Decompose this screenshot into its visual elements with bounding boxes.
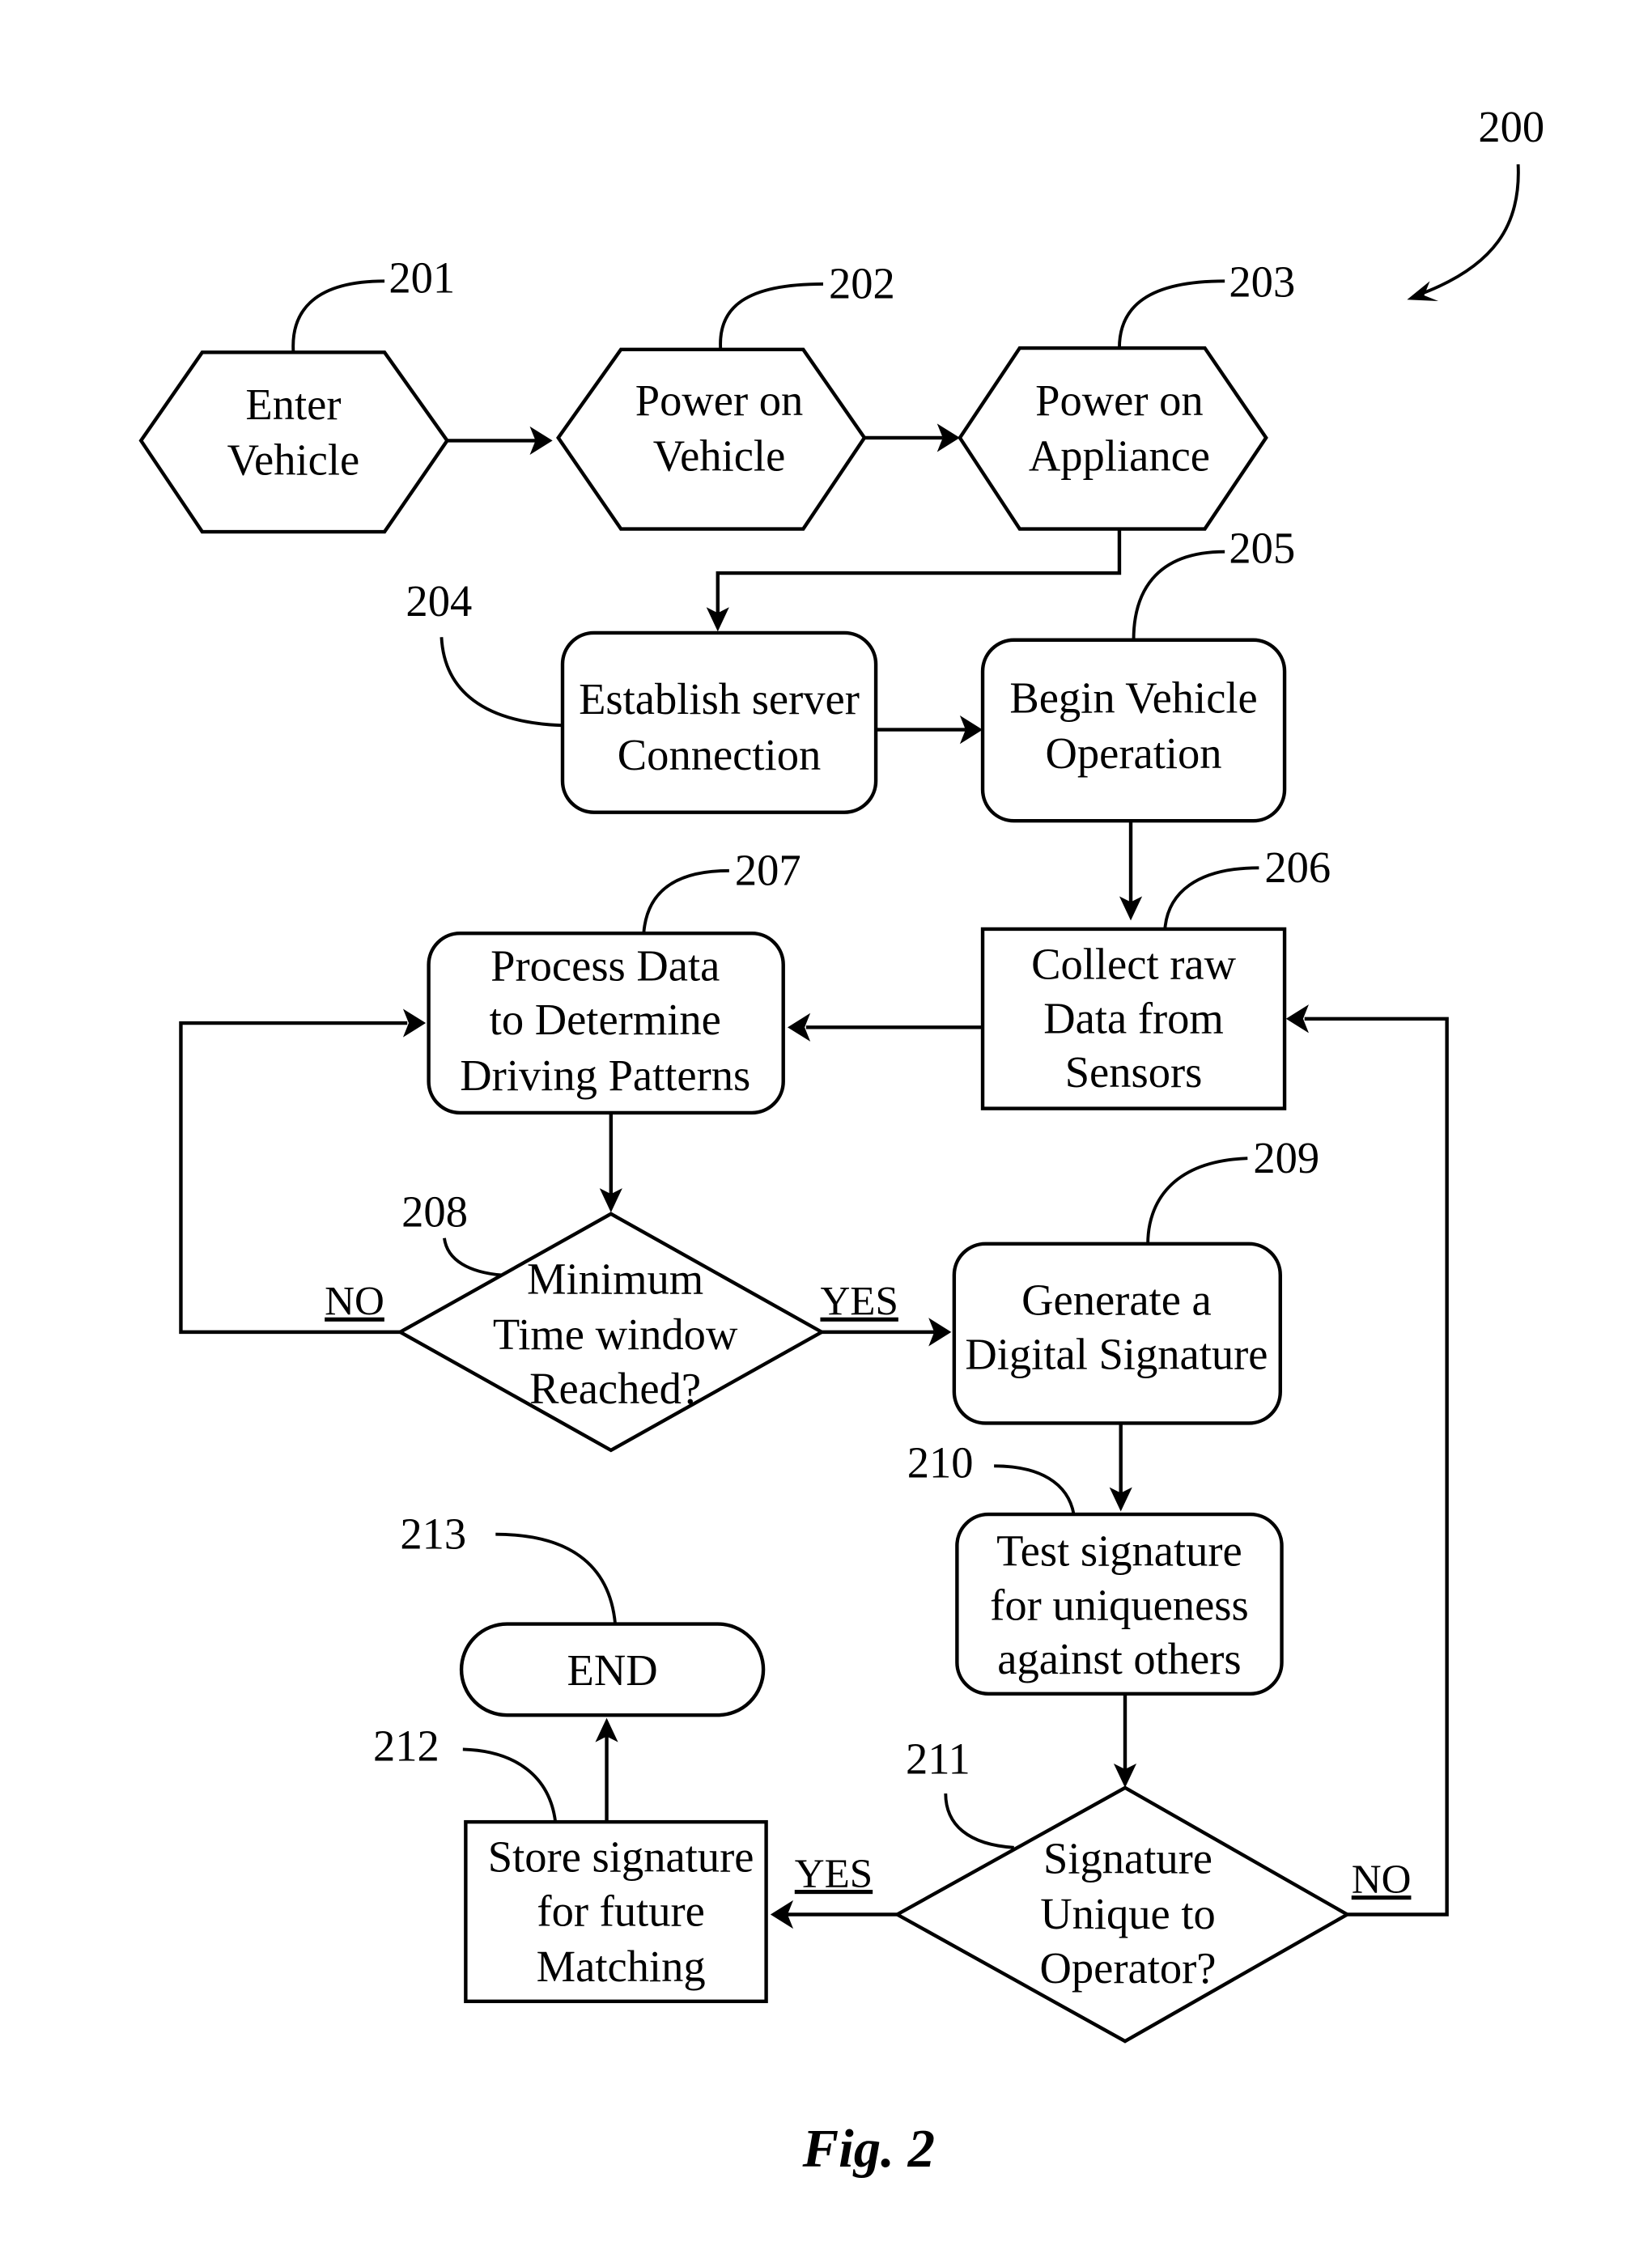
ref-208: 208: [401, 1187, 468, 1237]
node-203-power-on-appliance: Power on Appliance: [958, 346, 1268, 531]
branch-208-no: NO: [325, 1280, 384, 1325]
node-212-line-1: Store signature: [488, 1832, 754, 1882]
ref-203: 203: [1229, 257, 1295, 307]
leader-203: [1118, 279, 1225, 349]
node-204-establish-server-connection: Establish server Connection: [560, 630, 878, 814]
node-207-line-3: Driving Patterns: [460, 1051, 750, 1100]
flowchart-diagram: 200 Enter Vehicle 201 Power on Vehicle 2…: [138, 102, 1544, 2179]
leader-204: [440, 637, 563, 728]
node-211-signature-unique: Signature Unique to Operator?: [893, 1785, 1351, 2044]
node-210-line-2: for uniqueness: [990, 1580, 1249, 1629]
ref-206: 206: [1264, 843, 1331, 892]
ref-210: 210: [907, 1437, 974, 1487]
figure-reference-arrowhead: [1407, 281, 1439, 301]
node-204-line-1: Establish server: [579, 674, 860, 724]
node-208-line-3: Reached?: [529, 1364, 701, 1413]
leader-202: [719, 282, 823, 350]
node-208-line-2: Time window: [493, 1310, 738, 1359]
node-201-enter-vehicle: Enter Vehicle: [138, 350, 450, 534]
ref-213: 213: [400, 1509, 466, 1558]
node-201-line-1: Enter: [245, 380, 341, 429]
leader-208: [443, 1237, 502, 1277]
node-211-line-3: Operator?: [1040, 1943, 1217, 1993]
leader-207: [642, 868, 729, 934]
node-206-line-3: Sensors: [1065, 1047, 1203, 1097]
node-208-line-1: Minimum: [527, 1254, 703, 1303]
node-212-line-2: for future: [537, 1887, 704, 1936]
node-206-line-1: Collect raw: [1031, 940, 1236, 989]
node-213-line-1: END: [567, 1645, 658, 1695]
branch-211-no: NO: [1352, 1857, 1412, 1903]
node-203-line-2: Appliance: [1029, 431, 1210, 480]
node-210-test-signature: Test signature for uniqueness against ot…: [955, 1512, 1284, 1696]
node-207-process-data: Process Data to Determine Driving Patter…: [427, 932, 785, 1115]
ref-204: 204: [406, 576, 472, 626]
node-212-store-signature: Store signature for future Matching: [464, 1819, 768, 2004]
node-210-line-3: against others: [997, 1634, 1241, 1683]
edge-203-204: [716, 528, 1122, 615]
branch-208-yes: YES: [820, 1280, 898, 1325]
node-205-line-1: Begin Vehicle: [1009, 673, 1257, 722]
ref-212: 212: [373, 1721, 440, 1770]
leader-212: [462, 1747, 558, 1823]
leader-210: [994, 1464, 1076, 1515]
ref-207: 207: [735, 845, 801, 894]
node-211-line-2: Unique to: [1040, 1889, 1216, 1938]
node-201-line-2: Vehicle: [227, 435, 360, 485]
node-206-line-2: Data from: [1043, 993, 1224, 1042]
node-202-line-2: Vehicle: [653, 431, 786, 480]
node-209-generate-digital-signature: Generate a Digital Signature: [952, 1242, 1282, 1425]
node-208-minimum-time-window: Minimum Time window Reached?: [396, 1212, 826, 1453]
node-207-line-1: Process Data: [491, 940, 720, 990]
node-205-line-2: Operation: [1046, 728, 1222, 778]
leader-209: [1146, 1157, 1248, 1244]
node-203-line-1: Power on: [1035, 376, 1204, 425]
node-202-line-1: Power on: [635, 376, 804, 425]
ref-209: 209: [1253, 1133, 1319, 1182]
leader-201: [291, 279, 385, 353]
node-209-line-1: Generate a: [1021, 1276, 1212, 1325]
ref-202: 202: [829, 258, 895, 308]
ref-205: 205: [1229, 524, 1295, 573]
node-202-power-on-vehicle: Power on Vehicle: [556, 347, 867, 531]
node-213-end: END: [459, 1622, 766, 1717]
node-205-begin-vehicle-operation: Begin Vehicle Operation: [980, 638, 1287, 823]
edge-211-206-no: [1304, 1017, 1449, 1917]
node-204-line-2: Connection: [618, 730, 821, 779]
node-209-line-2: Digital Signature: [965, 1330, 1268, 1379]
node-212-line-3: Matching: [537, 1942, 706, 1991]
figure-reference: 200: [1478, 102, 1544, 151]
leader-205: [1132, 550, 1225, 640]
figure-caption: Fig. 2: [802, 2119, 935, 2179]
ref-201: 201: [389, 253, 455, 302]
ref-211: 211: [906, 1734, 970, 1783]
node-206-collect-raw-data: Collect raw Data from Sensors: [980, 927, 1287, 1110]
leader-213: [495, 1532, 618, 1624]
figure-reference-arrow: [1416, 163, 1520, 297]
leader-206: [1163, 866, 1259, 930]
node-211-line-1: Signature: [1043, 1833, 1212, 1883]
node-210-line-1: Test signature: [996, 1526, 1242, 1575]
leader-211: [944, 1793, 1014, 1849]
node-207-line-2: to Determine: [490, 995, 721, 1044]
branch-211-yes: YES: [795, 1852, 873, 1897]
